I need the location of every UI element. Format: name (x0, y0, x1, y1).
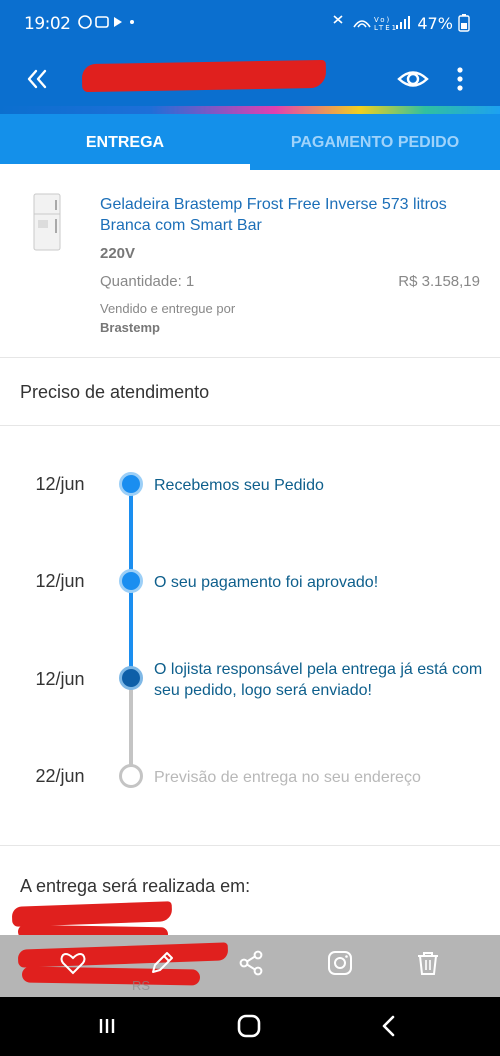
app-bar (0, 50, 500, 108)
timeline-date: 22/jun (35, 766, 85, 786)
timeline-step-text: O seu pagamento foi aprovado! (154, 574, 379, 591)
instagram-icon (328, 951, 352, 975)
tab-bar: ENTREGA PAGAMENTO PEDIDO (0, 114, 500, 170)
sold-by-label: Vendido e entregue por (100, 301, 236, 316)
system-navigation-bar (0, 997, 500, 1056)
status-time: 19:02 (24, 14, 71, 34)
timeline-dot-done (119, 472, 143, 496)
timeline-step-text: Previsão de entrega no seu endereço (154, 769, 421, 786)
timeline-date: 12/jun (35, 669, 85, 689)
delivery-label: A entrega será realizada em: (20, 876, 251, 896)
support-label: Preciso de atendimento (20, 382, 210, 402)
pencil-icon (152, 952, 173, 973)
eye-icon (397, 71, 429, 87)
home-icon (237, 1014, 261, 1038)
redacted-title (81, 59, 327, 93)
timeline-step-text: Recebemos seu Pedido (154, 477, 324, 494)
notification-icons (78, 14, 138, 33)
signal-icons-svg: Vo) LTE1 (333, 15, 410, 32)
support-row[interactable]: Preciso de atendimento (0, 358, 500, 426)
system-back-button[interactable] (374, 1011, 404, 1041)
view-button[interactable] (396, 62, 430, 96)
product-voltage: 220V (100, 245, 136, 262)
timeline-line-pending (129, 680, 133, 776)
share-button[interactable] (236, 948, 266, 978)
favorite-button[interactable] (58, 948, 88, 978)
tab-pagamento-pedido[interactable]: PAGAMENTO PEDIDO (250, 114, 500, 170)
tab-entrega[interactable]: ENTREGA (0, 114, 250, 170)
back-button[interactable] (20, 62, 54, 96)
svg-text:Vo): Vo) (374, 16, 391, 24)
edit-button[interactable] (147, 948, 177, 978)
heart-icon (60, 953, 86, 975)
battery-level: 47% (417, 14, 470, 33)
battery-percent: 47% (417, 14, 453, 33)
product-price: R$ 3.158,19 (398, 273, 480, 290)
instagram-button[interactable] (325, 948, 355, 978)
product-quantity: Quantidade: 1 (100, 273, 195, 290)
timeline-date: 12/jun (35, 571, 85, 591)
svg-text:LTE1: LTE1 (374, 24, 398, 31)
home-button[interactable] (234, 1011, 264, 1041)
delivery-timeline: 12/jun Recebemos seu Pedido 12/jun O seu… (0, 426, 500, 846)
address-fragment: RS (132, 978, 151, 993)
timeline-dot-done (119, 569, 143, 593)
seller-name: Brastemp (100, 320, 160, 335)
battery-icon (458, 14, 470, 32)
status-bar: 19:02 Vo) LTE1 47% (0, 0, 500, 50)
refrigerator-image (33, 193, 61, 251)
timeline-dot-pending (119, 764, 143, 788)
recent-apps-button[interactable] (94, 1011, 124, 1041)
double-chevron-left-icon (27, 69, 47, 89)
product-name[interactable]: Geladeira Brastemp Frost Free Inverse 57… (100, 194, 480, 236)
signal-icons: Vo) LTE1 (332, 13, 416, 34)
recent-apps-icon (99, 1019, 115, 1033)
back-chevron-icon (382, 1015, 395, 1037)
timeline-dot-current (119, 666, 143, 690)
more-vertical-icon (457, 67, 463, 91)
trash-icon (418, 952, 438, 975)
accent-gradient-bar (0, 106, 500, 114)
timeline-step-text: O lojista responsável pela entrega já es… (154, 661, 483, 699)
share-icon (239, 950, 263, 976)
notification-icons-svg (78, 15, 134, 29)
more-options-button[interactable] (448, 62, 472, 96)
delete-button[interactable] (413, 948, 443, 978)
product-card[interactable]: Geladeira Brastemp Frost Free Inverse 57… (0, 170, 500, 358)
timeline-date: 12/jun (35, 474, 85, 494)
